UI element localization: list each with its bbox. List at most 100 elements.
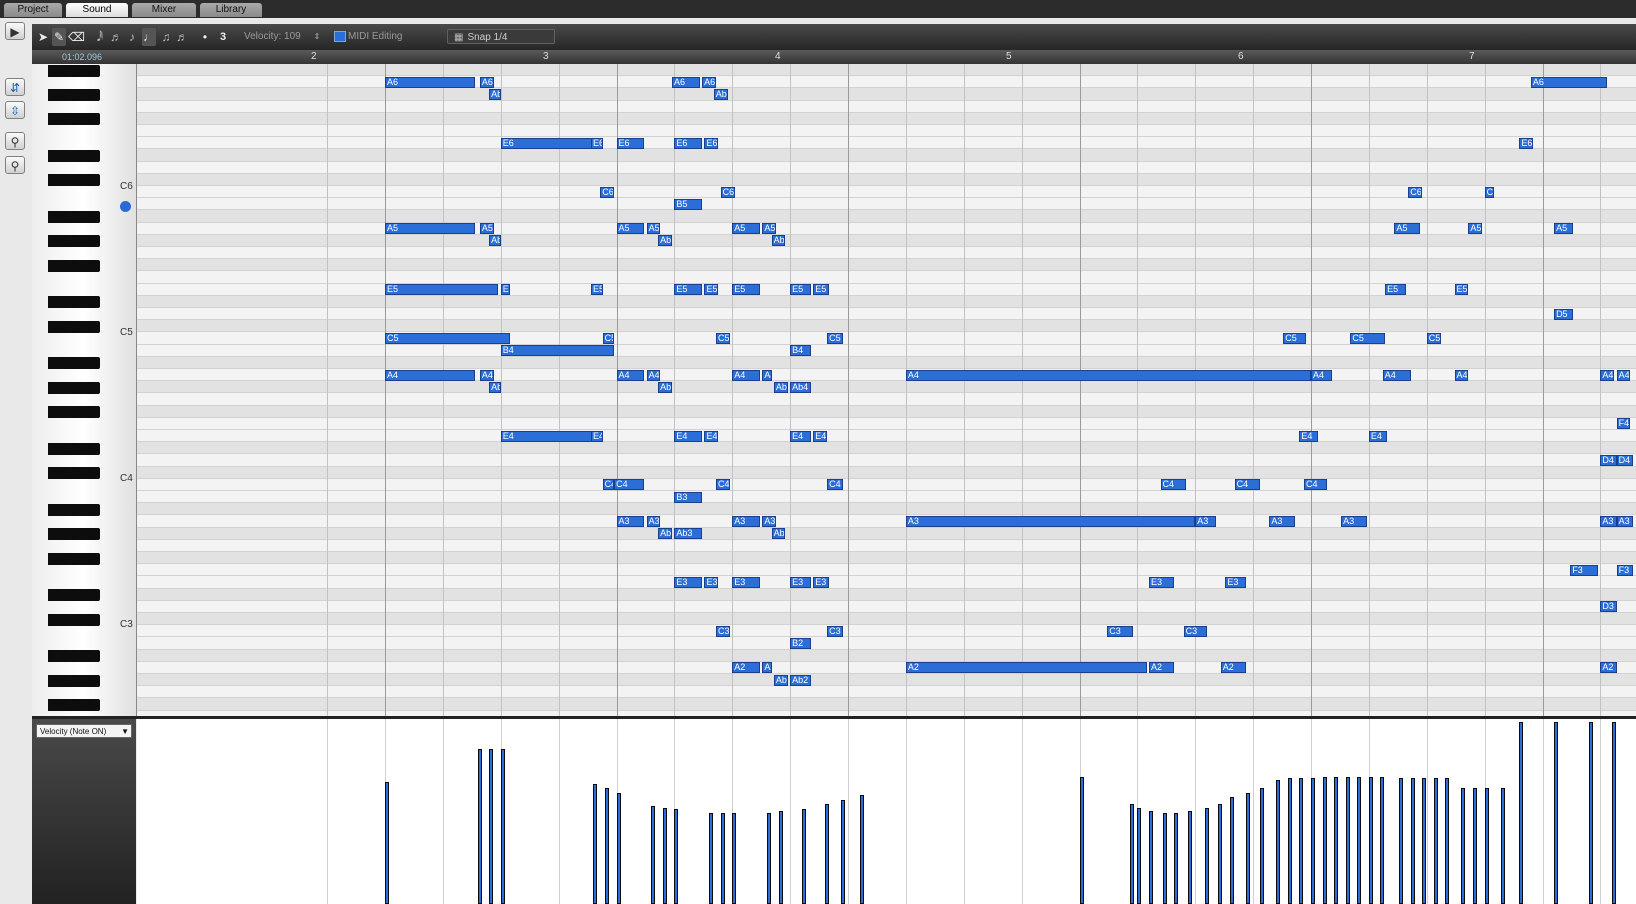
velocity-bar[interactable] bbox=[1380, 776, 1385, 904]
velocity-bar[interactable] bbox=[824, 803, 829, 904]
midi-note[interactable]: Ab4 bbox=[489, 381, 501, 393]
midi-note[interactable]: Ab5 bbox=[489, 235, 501, 247]
black-key[interactable] bbox=[48, 296, 100, 309]
midi-note[interactable]: A6 bbox=[702, 76, 717, 88]
midi-note[interactable]: E5 bbox=[591, 284, 603, 296]
note-8th-icon[interactable]: ♪ bbox=[126, 28, 138, 46]
midi-note[interactable]: E5 bbox=[1385, 284, 1406, 296]
midi-note[interactable]: C4 bbox=[602, 479, 615, 491]
midi-note[interactable]: E6 bbox=[1519, 137, 1534, 149]
midi-note[interactable]: F4 bbox=[1616, 418, 1631, 430]
midi-note[interactable]: A3 bbox=[646, 516, 661, 527]
midi-note[interactable]: A5 bbox=[1554, 223, 1573, 235]
velocity-bar[interactable] bbox=[1148, 811, 1153, 904]
tab-mixer[interactable]: Mixer bbox=[132, 3, 196, 17]
midi-note[interactable]: A6 bbox=[1530, 76, 1608, 88]
velocity-bar[interactable] bbox=[841, 800, 846, 904]
velocity-bar[interactable] bbox=[385, 782, 389, 904]
midi-note[interactable]: E4 bbox=[591, 430, 603, 442]
piano-keyboard[interactable]: C6 C5 C4 C3 bbox=[32, 64, 137, 716]
midi-note[interactable]: A5 bbox=[385, 223, 476, 235]
midi-note[interactable]: Ab6 bbox=[489, 89, 501, 100]
black-key[interactable] bbox=[48, 650, 100, 663]
velocity-bar[interactable] bbox=[651, 805, 656, 904]
midi-note[interactable]: A6 bbox=[385, 76, 476, 88]
midi-note[interactable]: E3 bbox=[813, 577, 830, 588]
midi-note[interactable]: C4 bbox=[1304, 479, 1328, 491]
velocity-bar[interactable] bbox=[1357, 776, 1362, 904]
velocity-bar[interactable] bbox=[1322, 776, 1327, 904]
midi-note[interactable]: D4 bbox=[1616, 455, 1633, 466]
velocity-bar[interactable] bbox=[674, 809, 679, 904]
midi-note[interactable]: E3 bbox=[1148, 577, 1175, 588]
midi-note[interactable]: A5 bbox=[732, 223, 761, 235]
black-key[interactable] bbox=[48, 235, 100, 248]
note-half-icon[interactable]: ♫ bbox=[160, 28, 172, 46]
velocity-bar[interactable] bbox=[1611, 722, 1616, 904]
midi-note[interactable]: C3 bbox=[1107, 625, 1133, 637]
midi-note[interactable]: A4 bbox=[1382, 369, 1411, 381]
velocity-bar[interactable] bbox=[662, 807, 667, 904]
velocity-bar[interactable] bbox=[1162, 813, 1167, 904]
midi-note[interactable]: C6 bbox=[1484, 186, 1494, 198]
midi-note[interactable]: A4 bbox=[1454, 369, 1469, 381]
velocity-bar[interactable] bbox=[1218, 803, 1223, 904]
velocity-lane-dropdown[interactable]: Velocity (Note ON) ▼ bbox=[36, 724, 132, 738]
midi-note[interactable]: A4 bbox=[1616, 369, 1631, 381]
midi-note[interactable]: A5 bbox=[479, 223, 494, 235]
midi-note[interactable]: D4 bbox=[1600, 455, 1617, 466]
velocity-bar[interactable] bbox=[604, 787, 609, 904]
midi-note[interactable]: B4 bbox=[790, 345, 811, 357]
velocity-bar[interactable] bbox=[1422, 778, 1427, 904]
note-16th-icon[interactable]: ♬ bbox=[110, 28, 122, 46]
zoom-in-vertical-button[interactable]: ⇵ bbox=[5, 78, 25, 96]
midi-editing-toggle[interactable]: MIDI Editing bbox=[334, 28, 402, 46]
midi-note[interactable]: C6 bbox=[720, 186, 735, 198]
velocity-bar[interactable] bbox=[477, 749, 482, 904]
midi-note[interactable]: C4 bbox=[614, 479, 645, 491]
velocity-bar[interactable] bbox=[720, 813, 725, 904]
black-key[interactable] bbox=[48, 467, 100, 480]
midi-note[interactable]: C5 bbox=[1350, 333, 1386, 344]
midi-note[interactable]: A3 bbox=[1341, 516, 1367, 527]
black-key[interactable] bbox=[48, 210, 100, 223]
midi-note[interactable]: A2 bbox=[1148, 662, 1175, 674]
velocity-stepper-icon[interactable]: ⇕ bbox=[312, 28, 322, 46]
midi-note[interactable]: C3 bbox=[716, 625, 730, 637]
midi-note[interactable]: E6 bbox=[704, 137, 719, 149]
midi-note[interactable]: A3 bbox=[1195, 516, 1217, 527]
midi-note[interactable]: A5 bbox=[762, 223, 777, 235]
tab-sound[interactable]: Sound bbox=[66, 3, 128, 17]
midi-note[interactable]: C4 bbox=[1160, 479, 1186, 491]
black-key[interactable] bbox=[48, 174, 100, 187]
midi-note[interactable]: Ab4 bbox=[658, 381, 673, 393]
velocity-bar[interactable] bbox=[1299, 778, 1304, 904]
midi-note[interactable]: A5 bbox=[616, 223, 645, 235]
midi-note[interactable]: C6 bbox=[600, 186, 615, 198]
velocity-bar[interactable] bbox=[1433, 778, 1438, 904]
zoom-in-button[interactable]: ⚲ bbox=[5, 132, 25, 150]
velocity-bar[interactable] bbox=[1398, 778, 1403, 904]
velocity-bar[interactable] bbox=[1229, 796, 1234, 904]
black-key[interactable] bbox=[48, 698, 100, 711]
pencil-tool-icon[interactable]: ✎ bbox=[52, 28, 66, 46]
black-key[interactable] bbox=[48, 589, 100, 602]
midi-note[interactable]: E5 bbox=[674, 284, 703, 296]
midi-note[interactable]: E4 bbox=[813, 430, 828, 442]
midi-note[interactable]: A4 bbox=[732, 369, 761, 381]
velocity-bar[interactable] bbox=[500, 749, 505, 904]
midi-note[interactable]: A4 bbox=[385, 369, 476, 381]
midi-note[interactable]: C5 bbox=[716, 333, 730, 344]
velocity-bar[interactable] bbox=[1461, 787, 1466, 904]
velocity-bar[interactable] bbox=[1137, 807, 1142, 904]
velocity-bar[interactable] bbox=[616, 792, 621, 904]
velocity-bar[interactable] bbox=[859, 794, 864, 904]
velocity-bar[interactable] bbox=[1204, 807, 1209, 904]
midi-note[interactable]: Ab4 bbox=[773, 381, 788, 393]
midi-note[interactable]: A6 bbox=[672, 76, 700, 88]
midi-note[interactable]: B2 bbox=[790, 638, 811, 649]
velocity-bar[interactable] bbox=[1246, 792, 1251, 904]
black-key[interactable] bbox=[48, 503, 100, 516]
midi-note[interactable]: F3 bbox=[1616, 564, 1633, 576]
midi-note[interactable]: A3 bbox=[616, 516, 645, 527]
